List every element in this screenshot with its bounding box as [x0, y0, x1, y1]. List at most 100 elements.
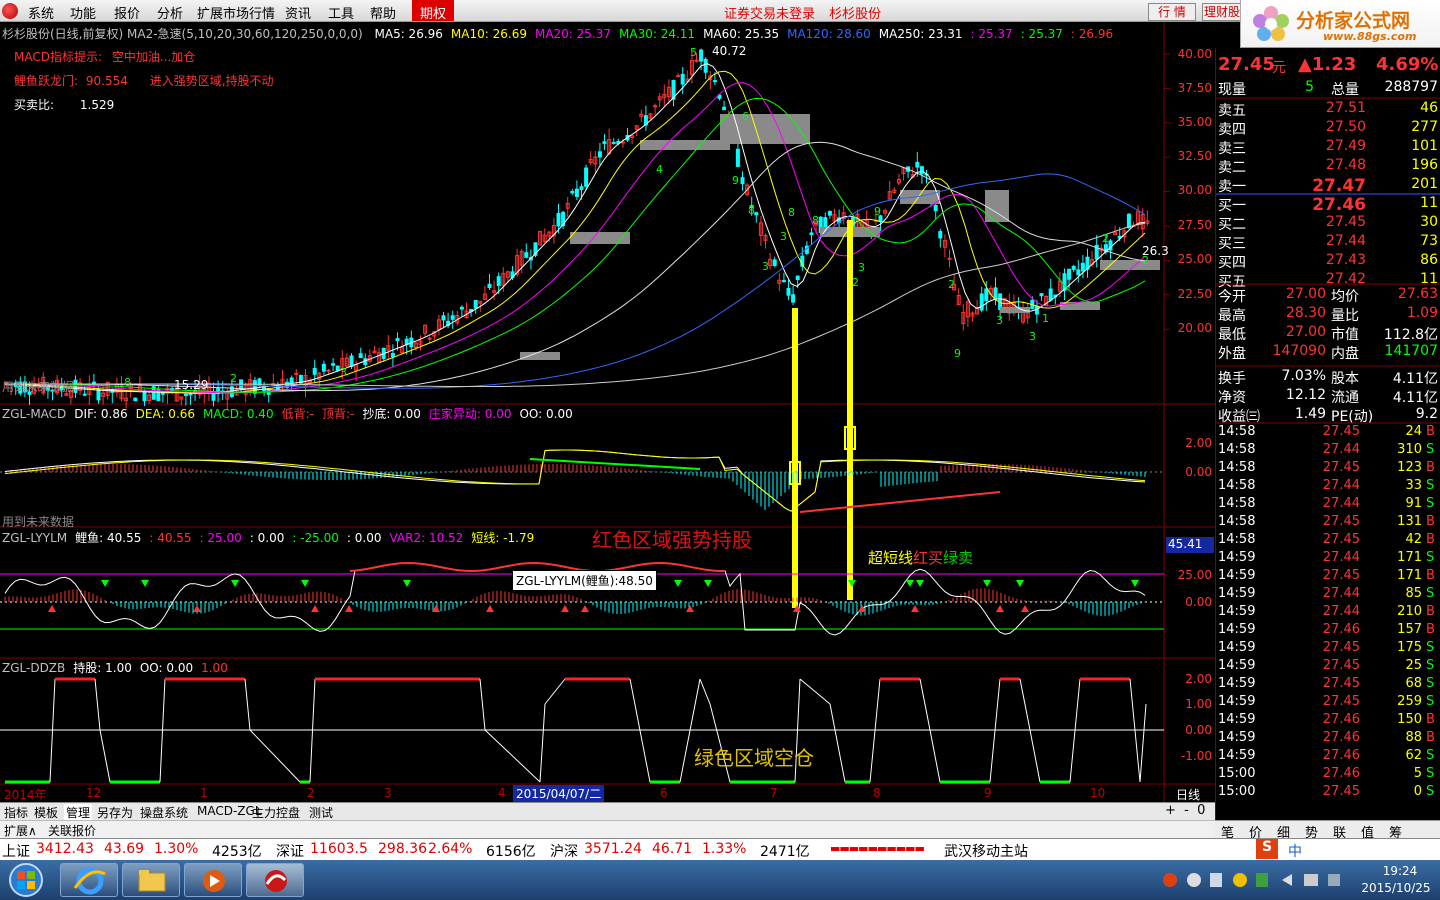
- quote-button[interactable]: 行 情: [1148, 3, 1196, 21]
- lyylm-tick-1: 0.00: [1185, 595, 1212, 609]
- formula-tab-7[interactable]: 测试: [309, 804, 333, 821]
- candle-body: [827, 210, 832, 216]
- ddzb-segment: [799, 678, 831, 705]
- wave-label-15: 3: [762, 260, 769, 273]
- candle-body: [781, 280, 786, 283]
- brand-url: www.88gs.com: [1323, 30, 1417, 43]
- start-button-icon[interactable]: [6, 862, 46, 898]
- macd-panel-header[interactable]: ZGL-MACD DIF: 0.86 DEA: 0.66 MACD: 0.40 低背:-…: [2, 405, 581, 422]
- menu-system[interactable]: 系统: [28, 3, 54, 22]
- menu-analysis[interactable]: 分析: [157, 3, 183, 22]
- ddzb-segment: [249, 729, 301, 783]
- chart-area[interactable]: 杉杉股份(日线,前复权) MA2-急速(5,10,20,30,60,120,25…: [0, 22, 1215, 802]
- app-logo-icon[interactable]: [2, 3, 18, 19]
- formula-tab-0[interactable]: 指标: [4, 804, 28, 821]
- ma-value-8: : 25.37: [1020, 27, 1063, 41]
- carp-signal: 鲤鱼跃龙门: 90.554 进入强势区域,持股不动: [14, 72, 274, 89]
- candle-body: [404, 338, 409, 345]
- sogou-ime-icon[interactable]: S: [1256, 839, 1278, 859]
- index-pct-2: 1.33%: [702, 841, 747, 857]
- lyylm_panel-header-item-0: ZGL-LYYLM: [2, 531, 68, 545]
- candle-body: [979, 293, 984, 311]
- menu-tools[interactable]: 工具: [328, 3, 354, 22]
- buy-arrow: [996, 605, 1004, 612]
- date-month-2: 2: [307, 786, 315, 800]
- volume-profile-block: [1000, 307, 1030, 313]
- candle-body: [312, 367, 317, 375]
- trading-app-taskbar-button[interactable]: [246, 863, 304, 897]
- formula-tab-3[interactable]: 另存为: [97, 804, 133, 821]
- candle-body: [735, 148, 740, 167]
- ma5-line: [4, 63, 1146, 394]
- candle-body: [602, 141, 607, 144]
- wave-label-6: 3: [858, 261, 865, 274]
- menu-quote[interactable]: 报价: [114, 3, 140, 22]
- menu-extended-market[interactable]: 扩展市场行情: [197, 3, 275, 22]
- server-name[interactable]: 武汉移动主站: [944, 841, 1028, 861]
- expand-button[interactable]: 扩展∧: [4, 822, 37, 839]
- short-line-annotation: 超短线红买绿卖: [868, 547, 973, 568]
- macd_panel-header-item-3: MACD: 0.40: [203, 407, 274, 421]
- menu-help[interactable]: 帮助: [370, 3, 396, 22]
- date-month-6: 7: [770, 786, 778, 800]
- candle-body: [395, 338, 400, 341]
- clock-time[interactable]: 19:24: [1360, 864, 1440, 878]
- formula-tab-6[interactable]: 主力控盘: [252, 804, 300, 821]
- date-axis-highlight: 2015/04/07/二: [513, 785, 605, 802]
- ma-value-5: MA120: 28.60: [787, 27, 871, 41]
- candle-body: [919, 166, 924, 175]
- candle-body: [653, 105, 658, 108]
- candle-body: [791, 294, 796, 303]
- macd_panel-header-item-2: DEA: 0.66: [135, 407, 196, 421]
- volume-profile-block: [1100, 260, 1160, 270]
- ma250-line: [5, 222, 1146, 387]
- menu-options[interactable]: 期权: [412, 0, 454, 22]
- ddzb_panel-header-item-3: 1.00: [201, 661, 228, 675]
- formula-tab-1[interactable]: 模板: [34, 804, 58, 821]
- ie-taskbar-button[interactable]: [60, 863, 118, 897]
- lyylm-panel-header[interactable]: ZGL-LYYLM 鲤鱼: 40.55: 40.55: 25.00: 0.00: …: [2, 529, 542, 546]
- system-tray-icons[interactable]: [1160, 868, 1350, 892]
- menu-function[interactable]: 功能: [70, 3, 96, 22]
- candle-body: [390, 353, 395, 358]
- sell-arrow: [141, 580, 149, 587]
- period-label[interactable]: 日线: [1176, 786, 1200, 803]
- bottom-divergence-line: [529, 458, 701, 470]
- ma-setting[interactable]: MA2-急速(5,10,20,30,60,120,250,0,0,0): [127, 27, 363, 41]
- formula-tab-4[interactable]: 操盘系统: [140, 804, 188, 821]
- brand-banner[interactable]: 分析家公式网 www.88gs.com: [1240, 0, 1440, 48]
- candle-body: [289, 377, 294, 384]
- media-taskbar-button[interactable]: [184, 863, 242, 897]
- short-line-red: 红买: [913, 549, 944, 567]
- candle-body: [620, 141, 625, 144]
- short-line-green: 绿卖: [943, 549, 974, 567]
- quote-panel: 27.45 元 ▲1.23 4.69% 现量 5 总量 288797 卖五 27.…: [1215, 48, 1440, 820]
- zoom-controls[interactable]: + - 0: [1165, 803, 1205, 818]
- price-tick-8: 20.00: [1177, 321, 1212, 335]
- login-status: 证券交易未登录: [724, 7, 816, 22]
- related-quote-button[interactable]: 关联报价: [48, 822, 96, 839]
- formula-tab-2[interactable]: 管理: [64, 804, 93, 821]
- buy-arrow: [561, 605, 569, 612]
- macd_panel-header-item-4: 低背:-: [281, 407, 314, 421]
- explorer-taskbar-button[interactable]: [122, 863, 180, 897]
- candle-body: [252, 380, 257, 394]
- lyylm_panel-header-item-6: : 0.00: [346, 531, 382, 545]
- candle-body: [676, 75, 681, 78]
- clock-date[interactable]: 2015/10/25: [1352, 881, 1440, 895]
- high-marker: 40.72: [712, 44, 747, 58]
- finance-button[interactable]: 理财股: [1202, 3, 1242, 21]
- ime-mode[interactable]: 中: [1288, 841, 1302, 861]
- volume-profile-block: [1060, 302, 1100, 310]
- wave-label-5: 6: [742, 110, 749, 123]
- candle-body: [579, 186, 584, 190]
- ddzb-panel-header[interactable]: ZGL-DDZB 持股: 1.00 OO: 0.00 1.00: [2, 659, 236, 676]
- ddzb-segment: [1019, 678, 1031, 731]
- ddzb-segment: [94, 678, 101, 731]
- ddzb-segment: [699, 678, 711, 705]
- volume-profile-block: [640, 140, 730, 150]
- ma-value-0: MA5: 26.96: [374, 27, 443, 41]
- index-name-2: 沪深: [550, 844, 578, 860]
- ddzb-segment: [544, 678, 566, 705]
- menu-info[interactable]: 资讯: [285, 3, 311, 22]
